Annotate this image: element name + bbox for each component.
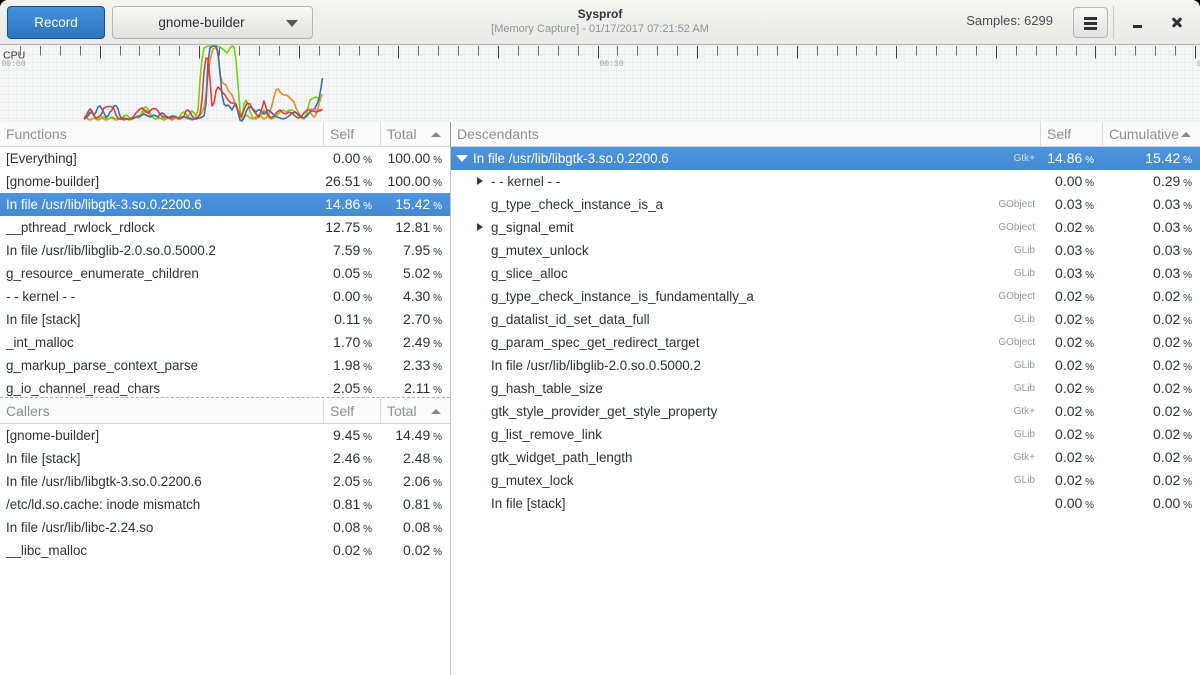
svg-text:00:00: 00:00 bbox=[2, 60, 26, 69]
svg-text:00:30: 00:30 bbox=[600, 60, 624, 69]
